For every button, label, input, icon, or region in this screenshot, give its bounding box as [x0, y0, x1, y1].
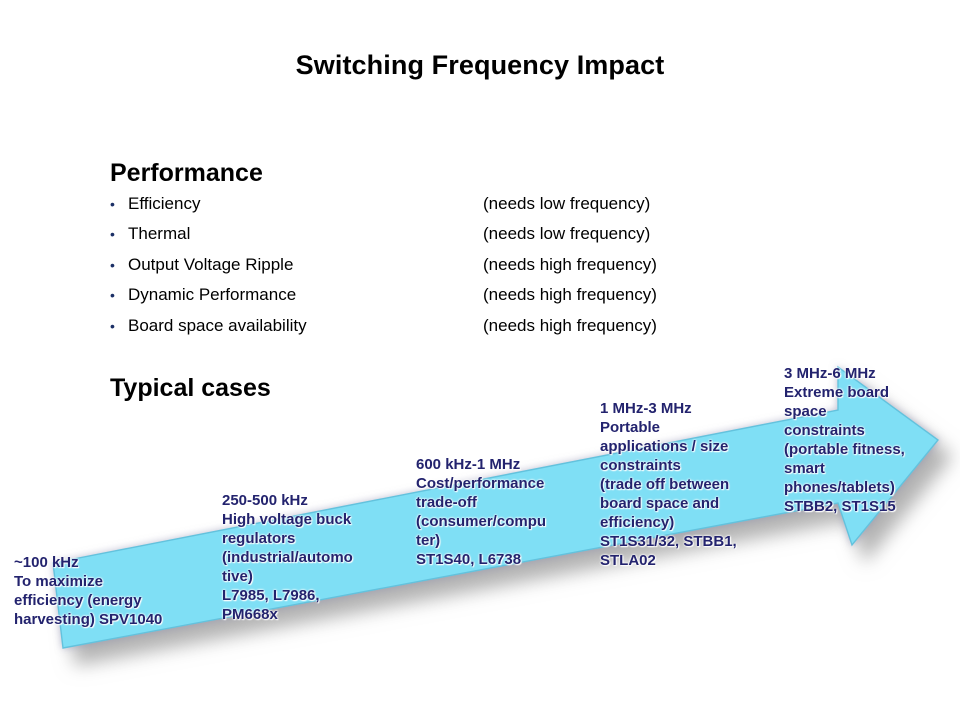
list-item: • Output Voltage Ripple (needs high freq… [110, 255, 770, 286]
stage-label-600khz-1mhz: 600 kHz-1 MHz Cost/performance trade-off… [416, 456, 547, 568]
performance-item-label: Thermal [128, 224, 191, 243]
bullet-icon: • [110, 287, 115, 303]
stage-label-3-6mhz: 3 MHz-6 MHz Extreme board space constrai… [784, 365, 905, 515]
bullet-icon: • [110, 195, 115, 212]
bullet-icon: • [110, 256, 115, 273]
list-item: • Dynamic Performance (needs high freque… [110, 285, 770, 316]
slide-canvas: Switching Frequency Impact Performance •… [0, 0, 960, 720]
stage-label-1-3mhz: 1 MHz-3 MHz Portable applications / size… [600, 400, 737, 569]
performance-heading: Performance [110, 159, 263, 187]
performance-item-note: (needs high frequency) [483, 285, 657, 304]
stage-label-100khz: ~100 kHz To maximize efficiency (energy … [14, 554, 163, 628]
list-item: • Efficiency (needs low frequency) [110, 194, 770, 225]
bullet-icon: • [110, 226, 115, 242]
performance-item-note: (needs high frequency) [483, 315, 657, 335]
stage-label-250-500khz: 250-500 kHz High voltage buck regulators… [222, 492, 353, 623]
list-item: • Thermal (needs low frequency) [110, 224, 770, 255]
performance-item-note: (needs low frequency) [483, 224, 651, 243]
bullet-icon: • [110, 317, 115, 334]
performance-item-label: Efficiency [128, 193, 201, 213]
performance-item-note: (needs low frequency) [483, 193, 651, 213]
performance-item-label: Output Voltage Ripple [128, 254, 294, 274]
performance-list: • Efficiency (needs low frequency) • The… [110, 194, 770, 347]
list-item: • Board space availability (needs high f… [110, 316, 770, 347]
performance-section: Performance • Efficiency (needs low freq… [110, 159, 770, 347]
performance-item-label: Dynamic Performance [128, 285, 297, 304]
performance-item-note: (needs high frequency) [483, 254, 657, 274]
performance-item-label: Board space availability [128, 315, 307, 335]
page-title: Switching Frequency Impact [295, 50, 665, 80]
typical-cases-arrow-diagram: ~100 kHz To maximize efficiency (energy … [0, 355, 960, 700]
